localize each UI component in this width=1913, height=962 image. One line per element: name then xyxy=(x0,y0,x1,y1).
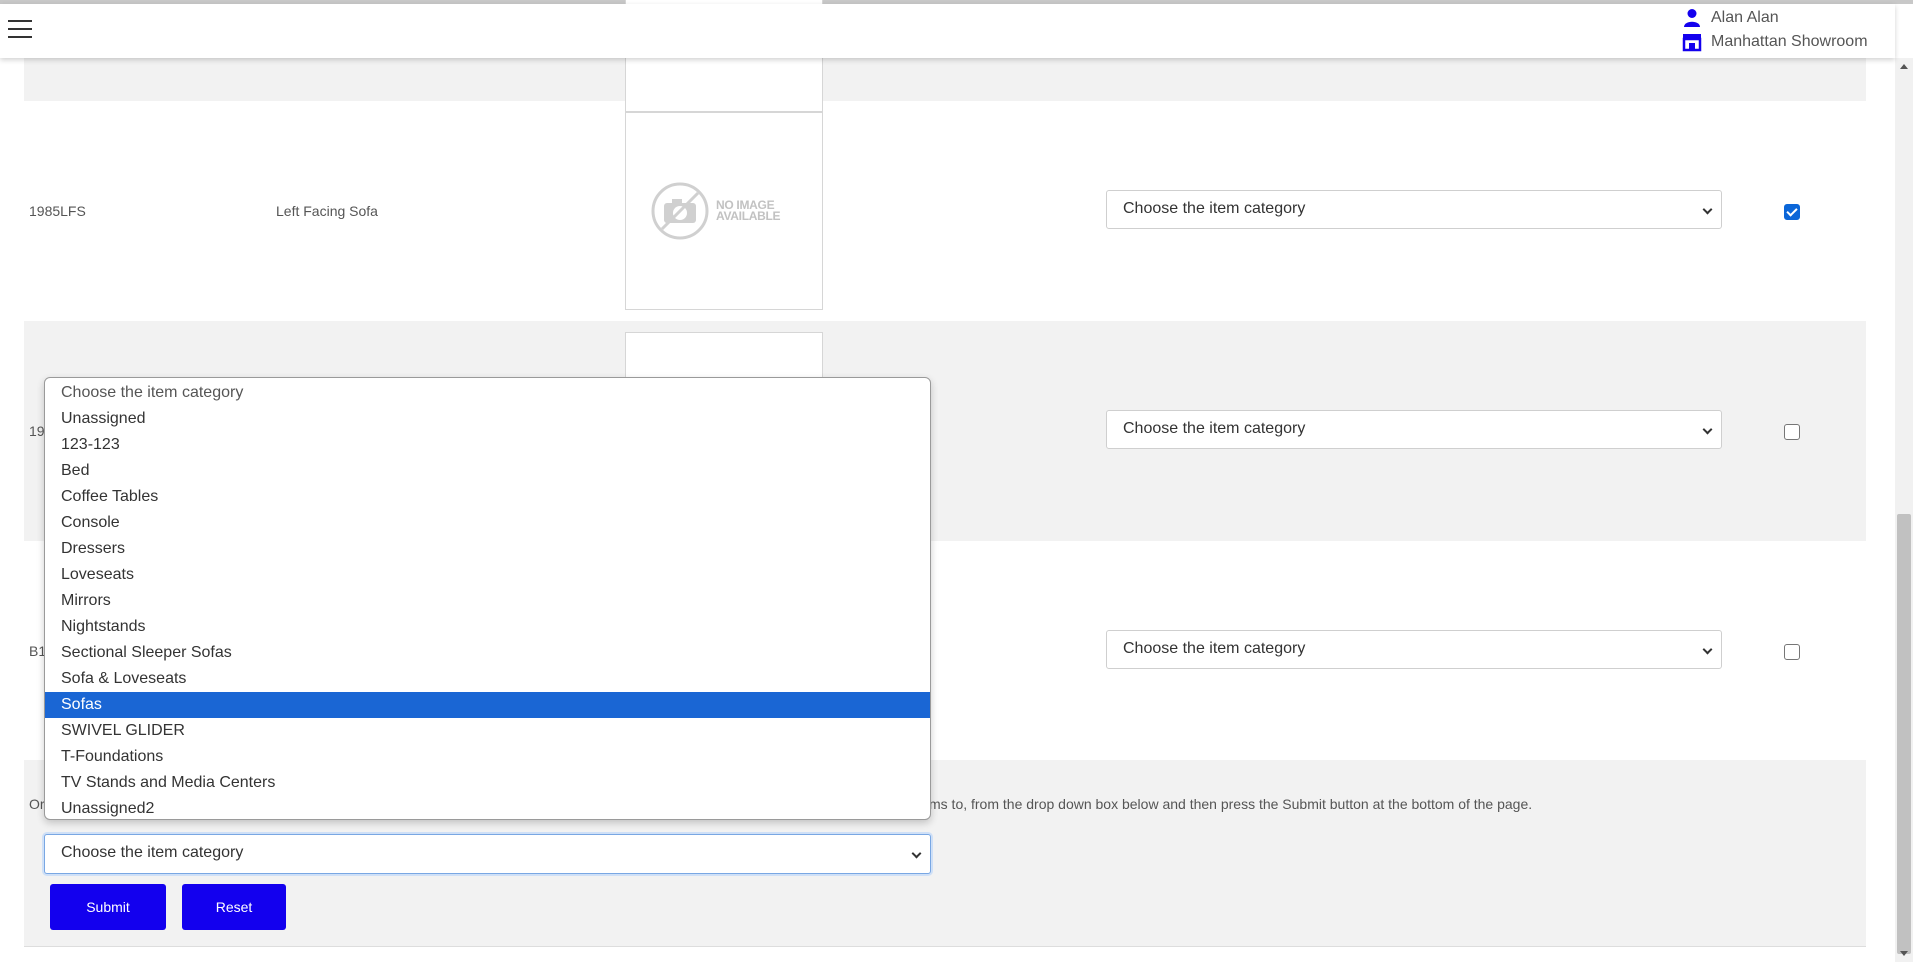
user-icon xyxy=(1684,9,1700,27)
user-name-line[interactable]: Alan Alan xyxy=(1682,6,1868,30)
chevron-down-icon xyxy=(1702,424,1713,435)
location-line[interactable]: Manhattan Showroom xyxy=(1682,30,1868,54)
item-name: Left Facing Sofa xyxy=(276,203,378,219)
category-select[interactable]: Choose the item category xyxy=(1106,190,1722,229)
item-image: NO IMAGE AVAILABLE xyxy=(625,112,823,310)
hamburger-menu-icon[interactable] xyxy=(8,20,32,40)
chevron-down-icon xyxy=(1702,644,1713,655)
dropdown-option[interactable]: Loveseats xyxy=(45,562,930,588)
reset-button[interactable]: Reset xyxy=(182,884,286,930)
instruction-text-start: Or xyxy=(29,796,45,812)
dropdown-option[interactable]: T-Foundations xyxy=(45,744,930,770)
top-header: Alan Alan Manhattan Showroom xyxy=(0,4,1895,58)
dropdown-option[interactable]: Mirrors xyxy=(45,588,930,614)
store-icon xyxy=(1682,34,1702,52)
dropdown-option[interactable]: Sofa & Loveseats xyxy=(45,666,930,692)
no-image-badge: NO IMAGE AVAILABLE xyxy=(650,181,780,241)
dropdown-option[interactable]: TV Stands and Media Centers xyxy=(45,770,930,796)
dropdown-option[interactable]: Choose the item category xyxy=(45,380,930,406)
user-name: Alan Alan xyxy=(1711,9,1779,26)
no-camera-icon xyxy=(651,182,709,240)
scroll-down-arrow-icon[interactable] xyxy=(1900,951,1908,956)
user-info: Alan Alan Manhattan Showroom xyxy=(1682,6,1868,54)
scroll-up-arrow-icon[interactable] xyxy=(1900,64,1908,69)
table-row-partial xyxy=(24,0,1866,112)
item-sku: 1985LFS xyxy=(29,203,86,219)
dropdown-option[interactable]: Dressers xyxy=(45,536,930,562)
page-scrollbar[interactable] xyxy=(1895,58,1913,962)
dropdown-option[interactable]: Sofas xyxy=(45,692,930,718)
category-select[interactable]: Choose the item category xyxy=(1106,410,1722,449)
bulk-category-value: Choose the item category xyxy=(61,844,244,861)
dropdown-option[interactable]: Coffee Tables xyxy=(45,484,930,510)
dropdown-option[interactable]: Sectional Sleeper Sofas xyxy=(45,640,930,666)
category-dropdown-list[interactable]: Choose the item category Unassigned 123-12… xyxy=(44,377,931,820)
category-select-value: Choose the item category xyxy=(1123,640,1306,657)
table-row: 1985LFS Left Facing Sofa NO IMAGE AVAILA… xyxy=(24,101,1866,321)
dropdown-option[interactable]: SWIVEL GLIDER xyxy=(45,718,930,744)
dropdown-option[interactable]: Bed xyxy=(45,458,930,484)
dropdown-option[interactable]: Console xyxy=(45,510,930,536)
no-image-line2: AVAILABLE xyxy=(716,209,781,223)
category-select-value: Choose the item category xyxy=(1123,420,1306,437)
dropdown-option[interactable]: Nightstands xyxy=(45,614,930,640)
category-select-value: Choose the item category xyxy=(1123,200,1306,217)
instruction-text-end: ms to, from the drop down box below and … xyxy=(929,796,1533,812)
category-select[interactable]: Choose the item category xyxy=(1106,630,1722,669)
dropdown-option[interactable]: Unassigned xyxy=(45,406,930,432)
bulk-category-select[interactable]: Choose the item category xyxy=(44,834,931,874)
row-checkbox[interactable] xyxy=(1784,204,1800,220)
divider xyxy=(24,946,1866,947)
chevron-down-icon xyxy=(1702,204,1713,215)
row-checkbox[interactable] xyxy=(1784,644,1800,660)
submit-button[interactable]: Submit xyxy=(50,884,166,930)
row-checkbox[interactable] xyxy=(1784,424,1800,440)
dropdown-option[interactable]: 123-123 xyxy=(45,432,930,458)
dropdown-option[interactable]: Unassigned2 xyxy=(45,796,930,819)
item-sku: 19 xyxy=(29,423,45,439)
scroll-thumb[interactable] xyxy=(1897,514,1911,954)
location-name: Manhattan Showroom xyxy=(1711,33,1868,50)
chevron-down-icon xyxy=(911,848,922,859)
